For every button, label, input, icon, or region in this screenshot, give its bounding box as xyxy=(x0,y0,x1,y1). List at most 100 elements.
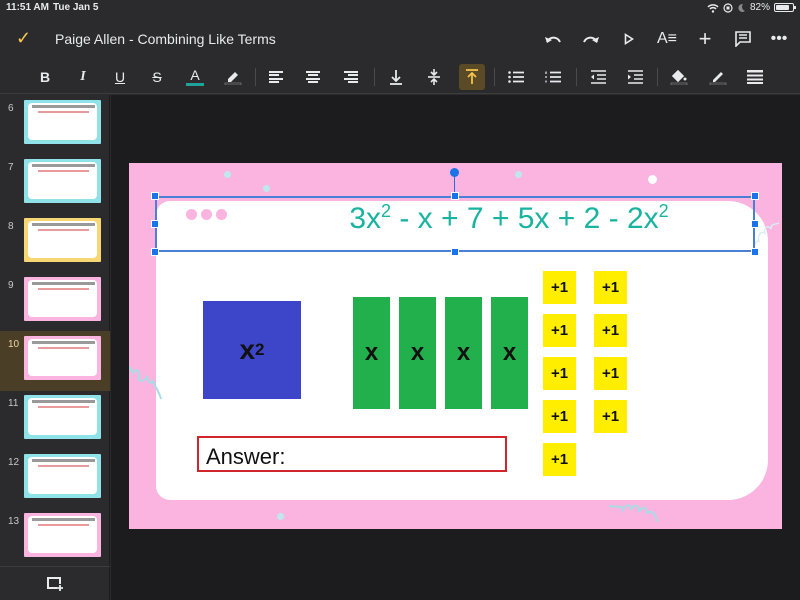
answer-box[interactable]: Answer: xyxy=(197,436,507,472)
highlight-button[interactable] xyxy=(220,64,246,90)
format-toolbar: B I U S A xyxy=(0,60,800,94)
resize-handle-bottom[interactable] xyxy=(451,248,459,256)
unit-tile[interactable]: +1 xyxy=(543,271,576,304)
align-left-icon xyxy=(269,71,283,83)
resize-handle-top-right[interactable] xyxy=(751,192,759,200)
increase-indent-button[interactable] xyxy=(622,64,648,90)
slide-preview-title xyxy=(32,341,95,344)
slide-preview-card xyxy=(28,162,97,199)
unit-tile[interactable]: +1 xyxy=(543,443,576,476)
align-left-button[interactable] xyxy=(263,64,289,90)
slide-thumbnail-11[interactable]: 11 xyxy=(0,390,110,450)
border-weight-button[interactable] xyxy=(742,64,768,90)
vertical-align-bottom-button[interactable] xyxy=(383,64,409,90)
unit-tile[interactable]: +1 xyxy=(594,314,627,347)
slide-preview-text xyxy=(38,406,89,408)
unit-tile[interactable]: +1 xyxy=(594,400,627,433)
add-slide-button[interactable] xyxy=(0,566,110,600)
slide-thumbnail-7[interactable]: 7 xyxy=(0,154,110,214)
decorative-dot xyxy=(515,171,522,178)
unit-tile[interactable]: +1 xyxy=(543,357,576,390)
slide-preview-text xyxy=(38,524,89,526)
status-bar: 11:51 AM Tue Jan 5 82% xyxy=(0,0,800,18)
current-slide[interactable]: 3x2 - x + 7 + 5x + 2 - 2x2 x2 xxxx +1 +1 +… xyxy=(129,163,782,529)
slide-preview-title xyxy=(32,459,95,462)
border-color-button[interactable] xyxy=(705,64,731,90)
align-right-button[interactable] xyxy=(338,64,364,90)
strikethrough-button[interactable]: S xyxy=(144,64,170,90)
battery-percent: 82% xyxy=(749,2,770,13)
present-button[interactable] xyxy=(614,24,644,54)
slide-thumbnail-12[interactable]: 12 xyxy=(0,449,110,509)
squiggle-decoration xyxy=(608,504,658,523)
text-format-button[interactable]: A≡ xyxy=(652,24,682,54)
vertical-align-top-button[interactable] xyxy=(459,64,485,90)
slide-preview-card xyxy=(28,103,97,140)
x-tile[interactable]: x xyxy=(491,297,528,409)
document-title[interactable]: Paige Allen - Combining Like Terms xyxy=(55,31,276,47)
slide-preview-text xyxy=(38,170,89,172)
more-button[interactable]: ••• xyxy=(764,24,794,54)
text-color-button[interactable]: A xyxy=(182,64,208,90)
underline-button[interactable]: U xyxy=(107,64,133,90)
unit-tile[interactable]: +1 xyxy=(594,271,627,304)
moon-icon xyxy=(738,3,745,12)
slide-number: 6 xyxy=(8,103,14,114)
x-squared-tile[interactable]: x2 xyxy=(203,301,301,399)
numbered-list-button[interactable] xyxy=(540,64,566,90)
text-color-indicator xyxy=(186,82,204,86)
unit-tile[interactable]: +1 xyxy=(594,357,627,390)
slide-thumbnail-10[interactable]: 10 xyxy=(0,331,110,391)
redo-button[interactable] xyxy=(576,24,606,54)
resize-handle-left[interactable] xyxy=(151,220,159,228)
status-icons: 82% xyxy=(707,2,796,13)
undo-button[interactable] xyxy=(538,24,568,54)
slide-thumbnail-13[interactable]: 13 xyxy=(0,508,110,568)
x-tile[interactable]: x xyxy=(399,297,436,409)
resize-handle-right[interactable] xyxy=(751,220,759,228)
align-center-button[interactable] xyxy=(300,64,326,90)
add-slide-icon xyxy=(47,576,63,591)
checkmark-icon[interactable]: ✓ xyxy=(16,28,31,49)
resize-handle-bottom-right[interactable] xyxy=(751,248,759,256)
slide-canvas[interactable]: 3x2 - x + 7 + 5x + 2 - 2x2 x2 xxxx +1 +1 +… xyxy=(111,95,800,600)
align-center-icon xyxy=(306,71,320,83)
comment-button[interactable] xyxy=(728,24,758,54)
slide-preview-text xyxy=(38,465,89,467)
slide-preview xyxy=(24,513,101,557)
decorative-dot xyxy=(277,513,284,520)
fill-color-button[interactable] xyxy=(666,64,692,90)
slide-preview xyxy=(24,395,101,439)
slide-preview-title xyxy=(32,105,95,108)
slide-preview xyxy=(24,218,101,262)
align-right-icon xyxy=(344,71,358,83)
x-tile[interactable]: x xyxy=(445,297,482,409)
equation-exponent: 2 xyxy=(658,201,669,221)
slide-thumbnail-8[interactable]: 8 xyxy=(0,213,110,273)
bulleted-list-icon xyxy=(508,71,524,83)
bulleted-list-button[interactable] xyxy=(503,64,529,90)
x-tile[interactable]: x xyxy=(353,297,390,409)
slide-preview-text xyxy=(38,347,89,349)
title-bar: ✓ Paige Allen - Combining Like Terms A≡ … xyxy=(0,18,800,60)
comment-icon xyxy=(735,31,751,47)
equation-text[interactable]: 3x2 - x + 7 + 5x + 2 - 2x2 xyxy=(279,201,739,236)
unit-tile[interactable]: +1 xyxy=(543,400,576,433)
resize-handle-bottom-left[interactable] xyxy=(151,248,159,256)
resize-handle-top[interactable] xyxy=(451,192,459,200)
slide-number: 11 xyxy=(8,398,19,409)
slide-thumbnail-9[interactable]: 9 xyxy=(0,272,110,332)
toolbar-divider xyxy=(494,68,495,86)
insert-button[interactable]: + xyxy=(690,24,720,54)
vertical-align-middle-button[interactable] xyxy=(421,64,447,90)
resize-handle-top-left[interactable] xyxy=(151,192,159,200)
rotation-handle[interactable] xyxy=(450,168,459,177)
slide-thumbnail-6[interactable]: 6 xyxy=(0,95,110,155)
decrease-indent-button[interactable] xyxy=(585,64,611,90)
slide-number: 13 xyxy=(8,516,20,527)
unit-tile[interactable]: +1 xyxy=(543,314,576,347)
italic-button[interactable]: I xyxy=(70,64,96,90)
slide-number: 10 xyxy=(8,339,20,350)
text-format-icon: A≡ xyxy=(656,30,677,47)
bold-button[interactable]: B xyxy=(32,64,58,90)
